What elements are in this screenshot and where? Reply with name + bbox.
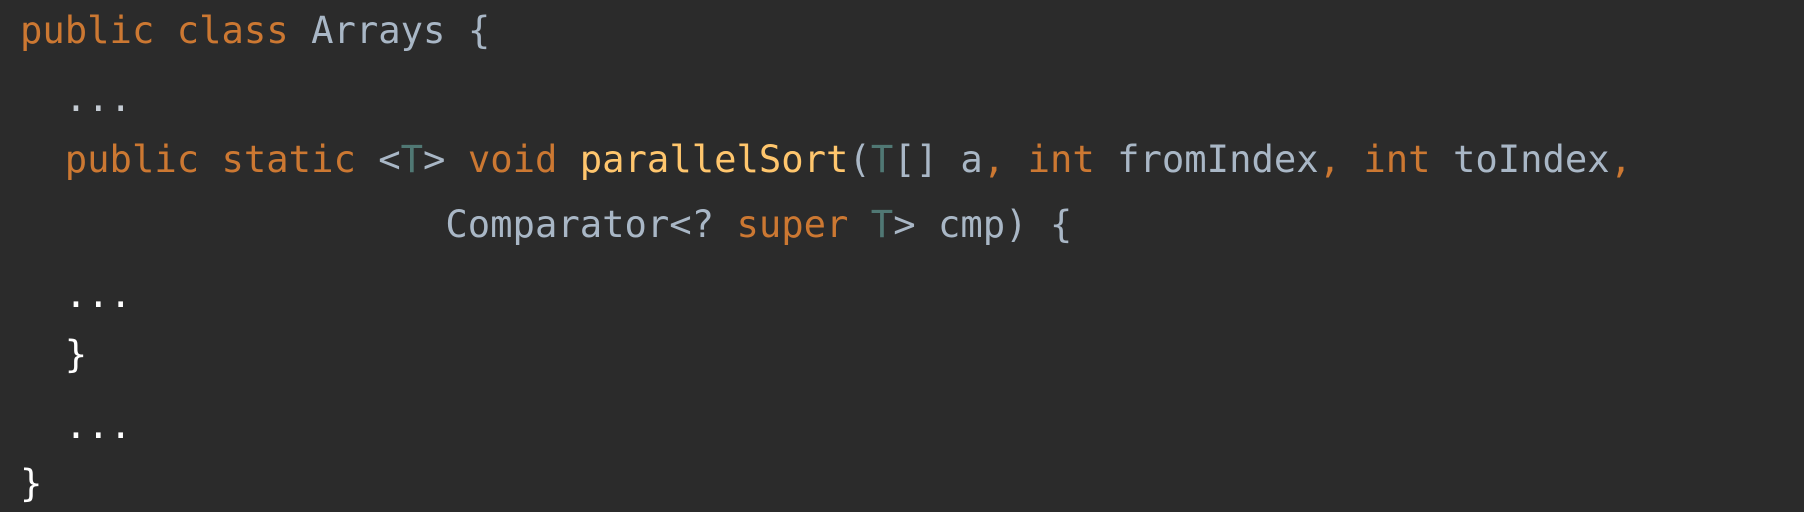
param-type: T xyxy=(870,137,894,181)
keyword-int: int xyxy=(1363,137,1431,181)
paren-open: ( xyxy=(848,137,871,181)
code-editor: public class Arrays { ... public static … xyxy=(0,0,1804,512)
keyword-class: class xyxy=(176,8,289,52)
code-line-class-declaration: public class Arrays { xyxy=(20,2,490,58)
code-line-class-close: } xyxy=(20,455,42,511)
param-array: [] a xyxy=(893,137,983,181)
comma: , xyxy=(982,137,1006,181)
close-brace: } xyxy=(64,332,88,376)
comma: , xyxy=(1609,137,1633,181)
param-from-index: fromIndex xyxy=(1117,137,1319,181)
close-brace: } xyxy=(20,461,43,505)
code-line-ellipsis: ... xyxy=(20,266,132,322)
comma: , xyxy=(1318,137,1342,181)
code-line-comparator-param: Comparator<? super T> cmp) { xyxy=(20,196,1072,252)
code-line-ellipsis: ... xyxy=(20,397,132,453)
ellipsis: ... xyxy=(64,403,132,447)
method-name: parallelSort xyxy=(579,137,849,181)
type-parameter: T xyxy=(870,202,894,246)
keyword-static: static xyxy=(221,137,356,181)
code-line-ellipsis: ... xyxy=(20,70,132,126)
ellipsis: ... xyxy=(64,272,132,316)
keyword-super: super xyxy=(736,202,849,246)
generic-open: < xyxy=(378,137,401,181)
class-name: Arrays xyxy=(311,8,446,52)
keyword-int: int xyxy=(1027,137,1095,181)
comparator-type: Comparator<? xyxy=(445,202,715,246)
generic-close: > xyxy=(423,137,446,181)
param-to-index: toIndex xyxy=(1452,137,1610,181)
code-line-method-signature: public static <T> void parallelSort(T[] … xyxy=(20,131,1632,187)
keyword-void: void xyxy=(467,137,558,181)
type-parameter: T xyxy=(400,137,424,181)
open-brace: { xyxy=(467,8,491,52)
code-line-method-close: } xyxy=(20,326,87,382)
keyword-public: public xyxy=(20,8,155,52)
param-cmp: > cmp) { xyxy=(893,202,1073,246)
ellipsis: ... xyxy=(64,76,132,120)
keyword-public: public xyxy=(64,137,200,181)
